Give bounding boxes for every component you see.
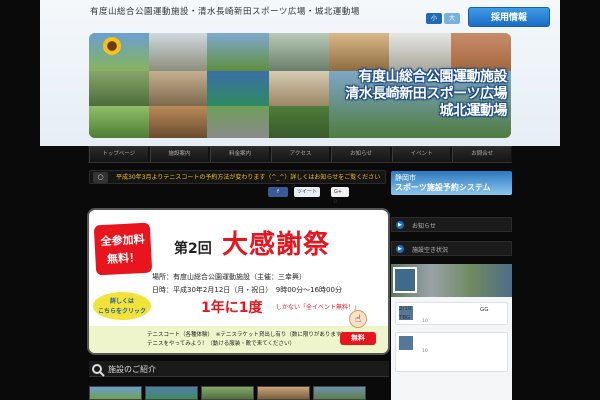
poster-tennis-line: テニスコート（各種体験） ※テニスラケット貸出し有り（数に限りがあります） [147,332,347,338]
facebook-post[interactable]: 10 [395,302,508,325]
poster-free-line: 全参加料 [100,232,145,249]
banner-photo-trees [269,106,329,138]
recruit-button[interactable]: 採用情報 [468,7,550,27]
arrow-circle-icon: ▶ [396,221,404,229]
nav-item-contact[interactable]: お問合せ [452,147,512,162]
banner-photo-sunflower [89,33,149,71]
share-bar: f ツイート G+ 0 [268,187,349,205]
facebook-page-widget[interactable]: 10 10 [391,264,512,400]
banner-photo-pavilion [149,106,207,138]
poster-once-note: しかない「全イベント無料！」 [276,304,361,311]
section-title: 施設のご紹介 [108,365,156,374]
pointing-hand-icon: ☝ [349,310,367,328]
poster-title: 大感謝祭 [222,230,331,260]
global-nav: トップページ 施設案内 料金案内 アクセス お知らせ イベント お問合せ [88,146,512,163]
banner-title-line: 清水長崎新田スポーツ広場 [345,86,507,102]
font-size-small-button[interactable]: 小 [426,13,442,24]
poster-details-link[interactable]: 詳しくは こちらをクリック [93,292,151,320]
poster-tennis-line: テニスをやってみよう！（動ける服装・靴で来てください） [147,341,296,347]
facebook-post-thumbnail [399,336,413,350]
reservation-title: スポーツ施設予約システム [395,183,491,192]
banner-photo-field [207,33,269,71]
banner-title-line: 城北運動場 [439,103,508,119]
facebook-post-date: 2/10 [399,306,412,312]
news-ticker: ○ 平成30年3月よりテニスコートの予約方法が変わります（^_^）詳しくはお知ら… [89,170,386,184]
facebook-post-text: GG [480,307,489,313]
facility-thumbnail[interactable] [89,386,142,400]
banner-photo-gym [329,33,389,71]
font-size-large-button[interactable]: 大 [444,13,460,24]
poster-round: 第2回 [174,241,212,257]
news-ticker-text[interactable]: 平成30年3月よりテニスコートの予約方法が変わります（^_^）詳しくはお知らせを… [116,173,384,182]
googleplus-button[interactable]: G+ 0 [331,187,349,205]
banner-title: 有度山総合公園運動施設 清水長崎新田スポーツ広場 城北運動場 [345,69,507,120]
banner-title-line: 有度山総合公園運動施設 [358,69,508,85]
facebook-post-meta: 10 [422,319,428,324]
banner-photo-courts [207,106,269,138]
tweet-button[interactable]: ツイート [294,187,320,197]
sidebar-button-label: 施設空き状況 [412,247,449,254]
nav-item-fees[interactable]: 料金案内 [210,147,269,162]
facility-thumbnail[interactable] [257,386,310,400]
poster-free-line: 無料！ [106,251,141,266]
page: 有度山総合公園運動施設・清水長崎新田スポーツ広場・城北運動場 小 大 採用情報 … [0,0,600,400]
facilities-section-heading: 施設のご紹介 [89,361,389,377]
font-size-switcher: 小 大 [426,13,460,24]
search-icon [91,362,105,377]
arrow-circle-icon: ▶ [396,245,404,253]
poster-date: 日時：平成30年2月12日（月・祝日） 9時00分～16時00分 [152,286,342,294]
nav-item-facilities[interactable]: 施設案内 [149,147,209,162]
poster-free-tag: 無料 [340,332,376,345]
facebook-page-avatar [393,267,417,293]
banner-photo-lawn [89,106,149,138]
banner-photo-corridor [389,33,451,71]
poster-free-badge: 全参加料 無料！ [93,222,153,276]
nav-item-top[interactable]: トップページ [89,147,148,162]
poster-venue: 場所：有度山総合公園運動施設（主催：三幸興） [152,273,306,281]
facebook-post-meta: 10 [422,349,428,354]
poster-details-line: こちらをクリック [97,308,146,315]
facebook-post[interactable]: 10 [395,332,508,372]
facebook-post-text: TBG [399,315,411,321]
sidebar-button-label: お知らせ [412,223,436,230]
hero-banner: 有度山総合公園運動施設 清水長崎新田スポーツ広場 城北運動場 [89,33,511,138]
banner-photo-hall [269,33,329,71]
sunflower-icon [103,37,121,55]
banner-photo-track [451,33,511,71]
nav-item-access[interactable]: アクセス [270,147,330,162]
nav-item-news[interactable]: お知らせ [331,147,390,162]
site-tagline: 有度山総合公園運動施設・清水長崎新田スポーツ広場・城北運動場 [90,7,360,17]
poster-once-a-year: 1年に1度 [201,300,263,316]
poster-details-line: 詳しくは [109,298,134,305]
facebook-share-button[interactable]: f [268,187,288,197]
festival-poster[interactable]: 全参加料 無料！ 第2回 大感謝祭 場所：有度山総合公園運動施設（主催：三幸興）… [87,208,390,355]
facility-thumbnail[interactable] [201,386,254,400]
speech-bubble-icon: ○ [93,172,108,183]
reservation-system-banner[interactable]: 静岡市 スポーツ施設予約システム [391,171,512,195]
banner-photo-tennis [207,71,269,106]
sidebar-availability-button[interactable]: ▶ 施設空き状況 [391,241,512,256]
banner-photo-interior [149,71,207,106]
sidebar-news-button[interactable]: ▶ お知らせ [391,217,512,232]
facility-thumbnail[interactable] [313,386,366,400]
banner-photo-building [149,33,207,71]
facility-thumbnail[interactable] [145,386,198,400]
banner-photo-garden [89,71,149,106]
nav-item-events[interactable]: イベント [391,147,451,162]
banner-photo-room [269,71,329,106]
